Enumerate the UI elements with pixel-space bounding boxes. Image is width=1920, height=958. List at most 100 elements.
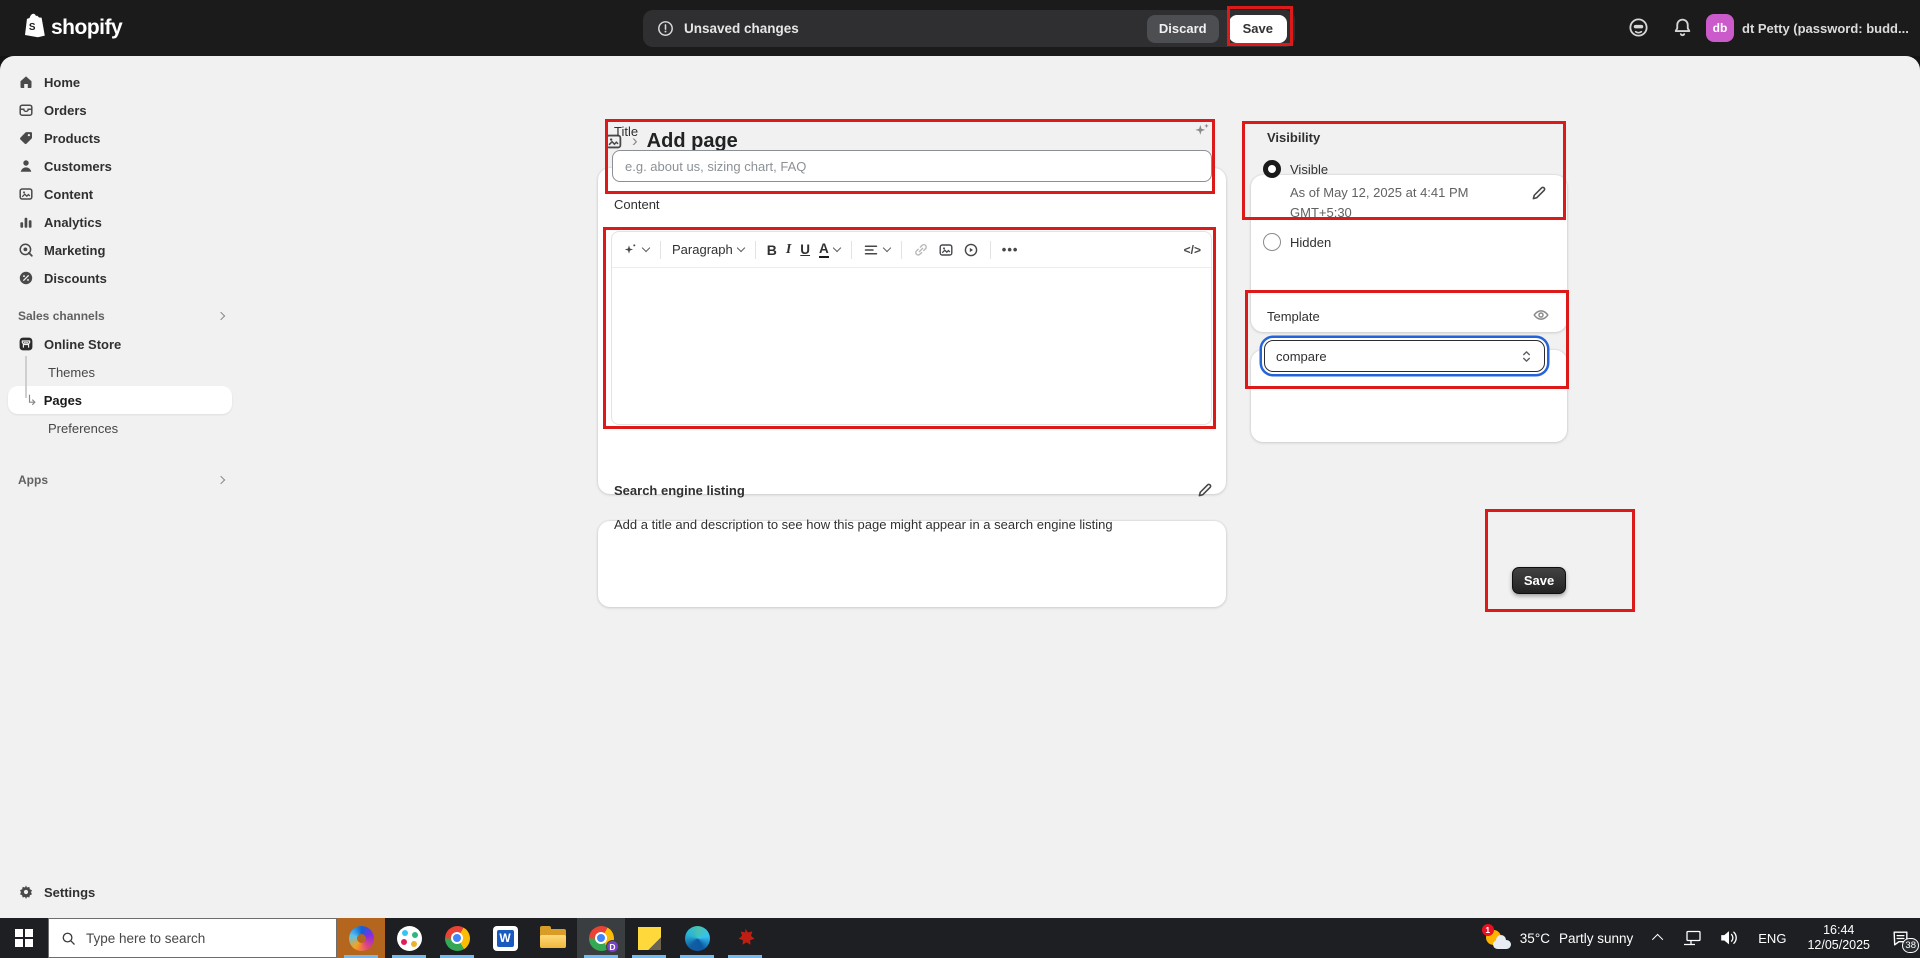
sidebar-item-content[interactable]: Content xyxy=(8,180,232,208)
taskbar-app-file-explorer[interactable] xyxy=(529,918,577,958)
file-explorer-icon xyxy=(540,929,566,948)
red-app-icon xyxy=(733,926,758,951)
toolbar-divider xyxy=(851,241,852,259)
alignment-button[interactable] xyxy=(863,242,890,258)
sidebar-item-analytics[interactable]: Analytics xyxy=(8,208,232,236)
weather-condition: Partly sunny xyxy=(1559,931,1633,946)
sidebar-item-discounts[interactable]: Discounts xyxy=(8,264,232,292)
user-avatar[interactable]: db xyxy=(1706,14,1734,42)
sidebar-item-customers[interactable]: Customers xyxy=(8,152,232,180)
sidebar-section-sales-channels[interactable]: Sales channels xyxy=(8,302,232,330)
taskbar-app-word[interactable]: W xyxy=(481,918,529,958)
visible-radio[interactable] xyxy=(1263,160,1281,178)
visibility-note-line1: As of May 12, 2025 at 4:41 PM xyxy=(1290,185,1469,200)
user-name[interactable]: dt Petty (password: budd... xyxy=(1742,21,1909,36)
discard-button[interactable]: Discard xyxy=(1147,15,1219,43)
insert-video-icon[interactable] xyxy=(963,242,979,258)
sidebar-item-themes[interactable]: Themes xyxy=(8,358,232,386)
bold-button[interactable]: B xyxy=(767,242,777,258)
slack-icon xyxy=(397,926,422,951)
chevron-down-icon xyxy=(883,243,891,251)
editor-toolbar: Paragraph B I U A ••• </> xyxy=(612,232,1211,268)
insert-link-icon[interactable] xyxy=(913,242,929,258)
shopify-wordmark: shopify xyxy=(51,16,122,40)
topbar: S shopify Unsaved changes Discard Save d… xyxy=(0,0,1920,56)
chrome-icon xyxy=(445,926,470,951)
hidden-icons-chevron[interactable] xyxy=(1652,934,1663,945)
underline-button[interactable]: U xyxy=(800,242,810,257)
text-color-button[interactable]: A xyxy=(819,242,840,258)
edge-icon xyxy=(685,926,710,951)
taskbar-app-copilot[interactable] xyxy=(337,918,385,958)
edit-pencil-icon[interactable] xyxy=(1196,481,1214,499)
magic-sparkle-icon[interactable] xyxy=(1192,121,1211,140)
sidebar-item-marketing[interactable]: Marketing xyxy=(8,236,232,264)
visible-label[interactable]: Visible xyxy=(1290,162,1328,177)
sidebar-item-preferences[interactable]: Preferences xyxy=(8,414,232,442)
eye-icon[interactable] xyxy=(1532,306,1550,324)
sidebar-item-products[interactable]: Products xyxy=(8,124,232,152)
sidebar-item-settings[interactable]: Settings xyxy=(8,878,232,906)
notifications-bell-icon[interactable] xyxy=(1672,17,1693,38)
search-placeholder: Type here to search xyxy=(86,931,205,946)
insert-image-icon[interactable] xyxy=(938,242,954,258)
taskbar-weather[interactable]: 1 35°C Partly sunny xyxy=(1473,926,1643,950)
title-input[interactable] xyxy=(612,150,1212,182)
admin-frame: Home Orders Products Customers Content A… xyxy=(0,56,1920,918)
windows-logo-icon xyxy=(15,929,33,947)
word-icon: W xyxy=(493,926,518,951)
taskbar-app-sticky-notes[interactable] xyxy=(625,918,673,958)
taskbar-app-chrome-profile[interactable]: D xyxy=(577,918,625,958)
toolbar-divider xyxy=(901,241,902,259)
template-select[interactable]: compare xyxy=(1264,340,1545,372)
action-center-button[interactable]: 38 xyxy=(1880,918,1920,958)
analytics-icon xyxy=(18,214,34,230)
weather-temp: 35°C xyxy=(1520,931,1550,946)
ai-magic-button[interactable] xyxy=(622,242,649,258)
taskbar-app-slack[interactable] xyxy=(385,918,433,958)
sidekick-assistant-icon[interactable] xyxy=(1628,17,1649,38)
italic-button[interactable]: I xyxy=(786,242,791,258)
taskbar-app-red[interactable] xyxy=(721,918,769,958)
paragraph-style-dropdown[interactable]: Paragraph xyxy=(672,242,744,257)
chevron-down-icon xyxy=(642,243,650,251)
weather-badge: 1 xyxy=(1482,924,1494,936)
template-card-title: Template xyxy=(1267,309,1320,324)
chevron-right-icon xyxy=(217,476,225,484)
volume-icon[interactable] xyxy=(1719,930,1739,946)
more-options-button[interactable]: ••• xyxy=(1002,242,1019,257)
gear-icon xyxy=(18,884,34,900)
sidebar-item-online-store[interactable]: Online Store xyxy=(8,330,232,358)
template-selected-value: compare xyxy=(1276,349,1327,364)
floating-save-button[interactable]: Save xyxy=(1512,567,1566,594)
code-view-button[interactable]: </> xyxy=(1184,243,1201,257)
sidebar-tree-connector xyxy=(25,356,27,398)
unsaved-changes-text: Unsaved changes xyxy=(684,21,799,36)
taskbar-app-chrome[interactable] xyxy=(433,918,481,958)
sidebar-section-apps[interactable]: Apps xyxy=(8,466,232,494)
content-label: Content xyxy=(614,197,660,212)
network-icon[interactable] xyxy=(1683,930,1703,946)
shopify-logo[interactable]: S shopify xyxy=(22,12,122,44)
seo-card xyxy=(598,521,1226,607)
orders-icon xyxy=(18,102,34,118)
select-updown-icon xyxy=(1520,349,1533,364)
taskbar-clock[interactable]: 16:44 12/05/2025 xyxy=(1797,923,1880,953)
sidebar-item-home[interactable]: Home xyxy=(8,68,232,96)
branch-arrow-icon: ↳ xyxy=(26,392,38,409)
hidden-label[interactable]: Hidden xyxy=(1290,235,1331,250)
editor-text-area[interactable] xyxy=(612,268,1211,425)
taskbar-app-edge[interactable] xyxy=(673,918,721,958)
start-button[interactable] xyxy=(0,918,48,958)
clock-date: 12/05/2025 xyxy=(1807,938,1870,953)
sidebar-item-orders[interactable]: Orders xyxy=(8,96,232,124)
save-button[interactable]: Save xyxy=(1229,15,1287,43)
taskbar-search-box[interactable]: Type here to search xyxy=(48,918,337,958)
edit-pencil-icon[interactable] xyxy=(1530,184,1548,202)
sticky-notes-icon xyxy=(638,927,661,950)
unsaved-changes-bar: Unsaved changes Discard Save xyxy=(643,10,1295,47)
sidebar-item-pages[interactable]: ↳ Pages xyxy=(8,386,232,414)
hidden-radio[interactable] xyxy=(1263,233,1281,251)
sidebar: Home Orders Products Customers Content A… xyxy=(0,56,240,918)
language-indicator[interactable]: ENG xyxy=(1747,931,1797,946)
